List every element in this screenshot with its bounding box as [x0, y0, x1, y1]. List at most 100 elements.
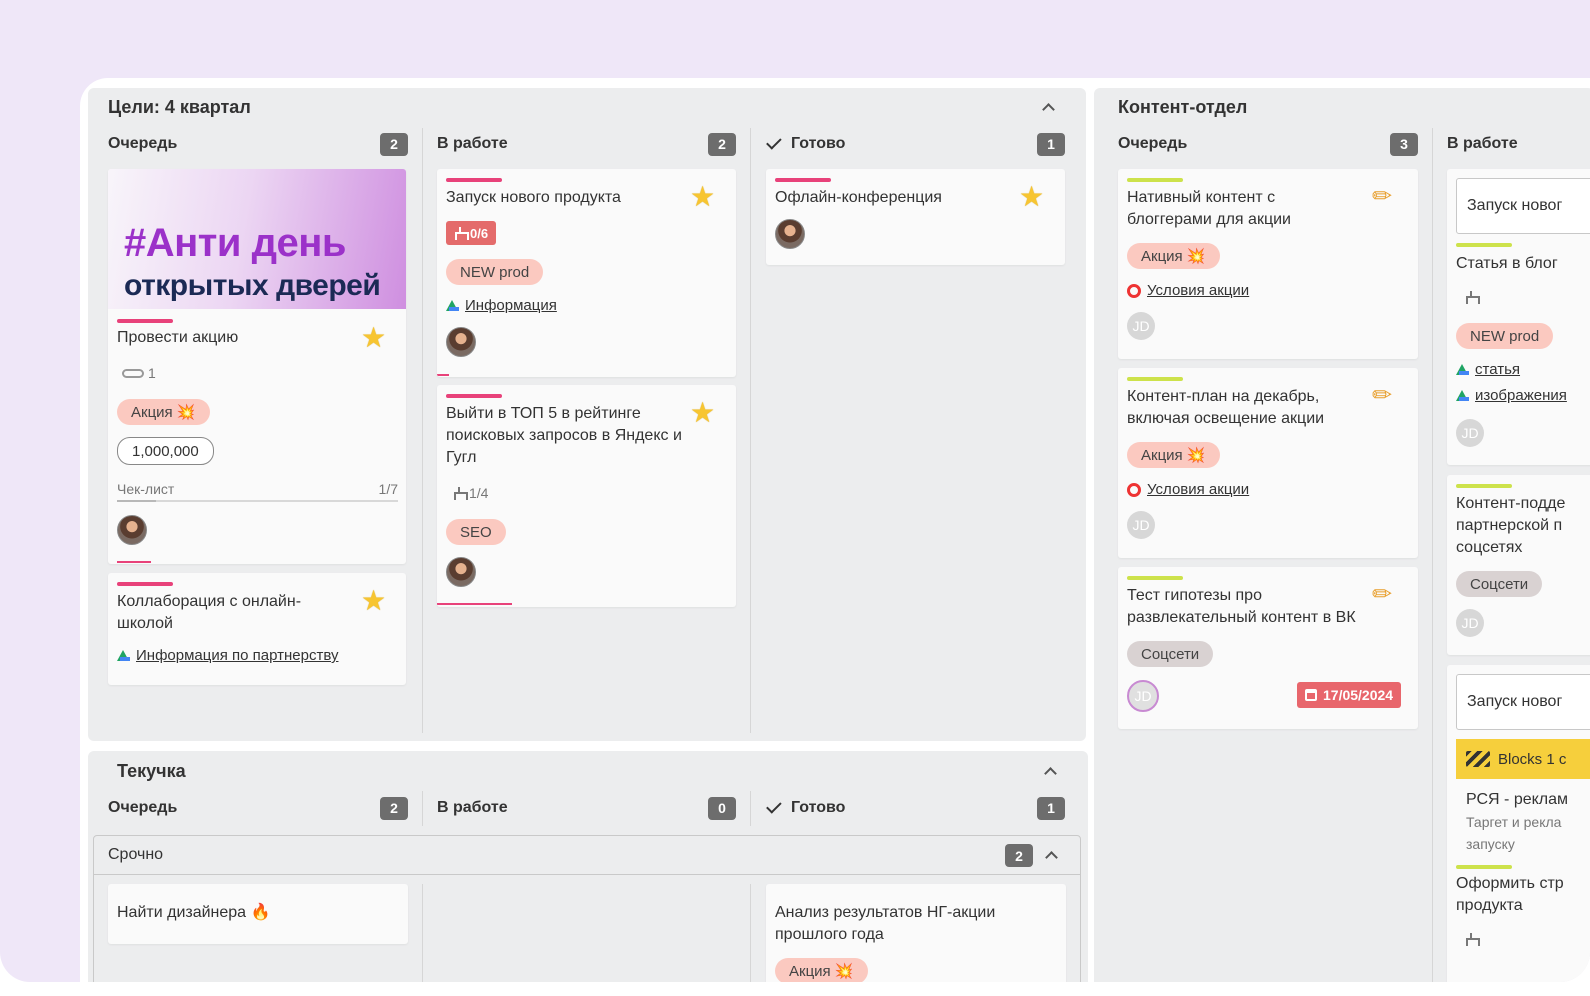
avatar[interactable]: [446, 327, 476, 357]
column-title: В работе: [437, 799, 508, 816]
pencil-icon[interactable]: ✏: [1372, 384, 1392, 408]
count-badge: 2: [1005, 844, 1033, 867]
swimlane-divider: [94, 874, 1080, 875]
app-background: Цели: 4 квартал Очередь 2 В работе 2 Гот…: [0, 0, 1590, 982]
check-icon: [766, 798, 782, 814]
checklist[interactable]: Чек-лист 1/7: [117, 481, 398, 497]
star-icon[interactable]: ★: [361, 587, 386, 615]
card-title: Коллаборация с онлайн-школой: [117, 593, 302, 632]
priority-bar: [117, 319, 173, 323]
blocks-banner[interactable]: Blocks 1 c: [1456, 739, 1590, 779]
card-content-plan[interactable]: Контент-план на декабрь, включая освещен…: [1118, 368, 1418, 558]
card-offline[interactable]: Офлайн-конференция ★: [766, 169, 1065, 265]
card-title: Оформить стр продукта: [1456, 875, 1564, 914]
count-badge: 3: [1390, 132, 1418, 156]
column-divider: [422, 128, 423, 733]
link-promo-terms[interactable]: Условия акции: [1127, 282, 1249, 299]
tag-social[interactable]: Соцсети: [1127, 641, 1214, 667]
column-header-queue[interactable]: Очередь 3: [1118, 132, 1418, 156]
card-blog-group[interactable]: Запуск новог Статья в блог NEW prod стат…: [1447, 169, 1590, 465]
column-header-queue[interactable]: Очередь 2: [108, 796, 408, 820]
avatar[interactable]: [117, 515, 147, 545]
count-badge: 1: [1037, 132, 1065, 156]
star-icon[interactable]: ★: [361, 324, 386, 352]
tag-seo[interactable]: SEO: [446, 519, 506, 545]
card-partner-content[interactable]: Контент-подде партнерской п соцсетях Соц…: [1447, 475, 1590, 655]
tag-promo[interactable]: Акция 💥: [775, 958, 868, 982]
lifebuoy-icon: [1127, 283, 1141, 298]
card-top5[interactable]: Выйти в ТОП 5 в рейтинге поисковых запро…: [437, 385, 736, 607]
star-icon[interactable]: ★: [1019, 183, 1044, 211]
column-divider: [750, 884, 751, 982]
tag-promo[interactable]: Акция 💥: [117, 399, 210, 425]
subtasks-icon: [453, 487, 468, 500]
avatar[interactable]: JD: [1127, 680, 1159, 712]
lifebuoy-icon: [1127, 482, 1141, 497]
column-header-queue[interactable]: Очередь 2: [108, 132, 408, 156]
card-find-designer[interactable]: Найти дизайнера 🔥: [108, 884, 408, 944]
card-title: Выйти в ТОП 5 в рейтинге поисковых запро…: [446, 405, 682, 466]
tag-promo[interactable]: Акция 💥: [1127, 442, 1220, 468]
column-divider: [750, 128, 751, 733]
avatar[interactable]: JD: [1127, 511, 1155, 539]
tag-new-prod[interactable]: NEW prod: [446, 259, 544, 285]
group-goals: Цели: 4 квартал Очередь 2 В работе 2 Гот…: [88, 88, 1086, 741]
link-info[interactable]: Информация: [446, 297, 557, 314]
subtasks-counter[interactable]: 0/6: [446, 221, 497, 245]
column-header-in-progress[interactable]: В работе 2: [437, 132, 736, 156]
column-header-in-progress[interactable]: В работе: [1447, 132, 1587, 156]
card-launch-rsya[interactable]: Запуск новог Blocks 1 c РСЯ - реклам Тар…: [1447, 665, 1590, 982]
priority-bar: [1456, 865, 1512, 869]
subtasks-counter[interactable]: 1/4: [453, 485, 488, 501]
checklist-label: Чек-лист: [117, 481, 175, 497]
card-title-input[interactable]: Запуск новог: [1456, 178, 1590, 234]
avatar[interactable]: [446, 557, 476, 587]
card-analysis[interactable]: Анализ результатов НГ-акции прошлого год…: [766, 884, 1066, 982]
subtasks-icon-wrap: [1465, 933, 1480, 946]
link-images[interactable]: изображения: [1456, 387, 1567, 404]
column-header-in-progress[interactable]: В работе 0: [437, 796, 736, 820]
count-badge: 0: [708, 796, 736, 820]
card-title: Провести акцию: [117, 329, 239, 346]
collapse-chevron-icon[interactable]: [1044, 848, 1058, 862]
amount-field[interactable]: 1,000,000: [117, 437, 214, 465]
count-badge: 2: [380, 796, 408, 820]
column-title: Очередь: [108, 135, 178, 152]
card-hypothesis-test[interactable]: Тест гипотезы про развлекательный контен…: [1118, 567, 1418, 729]
tag-new-prod[interactable]: NEW prod: [1456, 323, 1554, 349]
tag-social[interactable]: Соцсети: [1456, 571, 1543, 597]
card-collab[interactable]: Коллаборация с онлайн-школой ★ Информаци…: [108, 573, 406, 685]
group-title: Контент-отдел: [1118, 97, 1248, 117]
card-native[interactable]: Нативный контент с блоггерами для акции …: [1118, 169, 1418, 359]
collapse-chevron-icon[interactable]: [1041, 100, 1055, 114]
link-article[interactable]: статья: [1456, 361, 1520, 378]
pencil-icon[interactable]: ✏: [1372, 185, 1392, 209]
priority-bar: [117, 582, 173, 586]
link-partnership-info[interactable]: Информация по партнерству: [117, 647, 338, 664]
calendar-icon: [1305, 689, 1317, 701]
card-title: Офлайн-конференция: [775, 189, 942, 206]
avatar[interactable]: JD: [1127, 312, 1155, 340]
due-date[interactable]: 17/05/2024: [1297, 682, 1402, 708]
star-icon[interactable]: ★: [690, 183, 715, 211]
card-promo[interactable]: #Анти день открытых дверей Провести акци…: [108, 169, 406, 564]
avatar[interactable]: JD: [1456, 419, 1484, 447]
column-header-done[interactable]: Готово 1: [766, 132, 1065, 156]
star-icon[interactable]: ★: [690, 399, 715, 427]
card-launch[interactable]: Запуск нового продукта ★ 0/6 NEW prod Ин…: [437, 169, 736, 377]
collapse-chevron-icon[interactable]: [1043, 764, 1057, 778]
avatar[interactable]: [775, 219, 805, 249]
pencil-icon[interactable]: ✏: [1372, 583, 1392, 607]
card-title: Тест гипотезы про развлекательный контен…: [1127, 587, 1356, 626]
progress-line: [117, 561, 151, 563]
avatar[interactable]: JD: [1456, 609, 1484, 637]
card-title-input[interactable]: Запуск новог: [1456, 674, 1590, 730]
column-divider: [422, 791, 423, 826]
blocked-icon: [1466, 751, 1490, 767]
column-divider: [422, 884, 423, 982]
column-header-done[interactable]: Готово 1: [766, 796, 1065, 820]
board: Цели: 4 квартал Очередь 2 В работе 2 Гот…: [80, 78, 1590, 982]
tag-promo[interactable]: Акция 💥: [1127, 243, 1220, 269]
link-promo-terms[interactable]: Условия акции: [1127, 481, 1249, 498]
google-drive-icon: [1456, 390, 1469, 401]
